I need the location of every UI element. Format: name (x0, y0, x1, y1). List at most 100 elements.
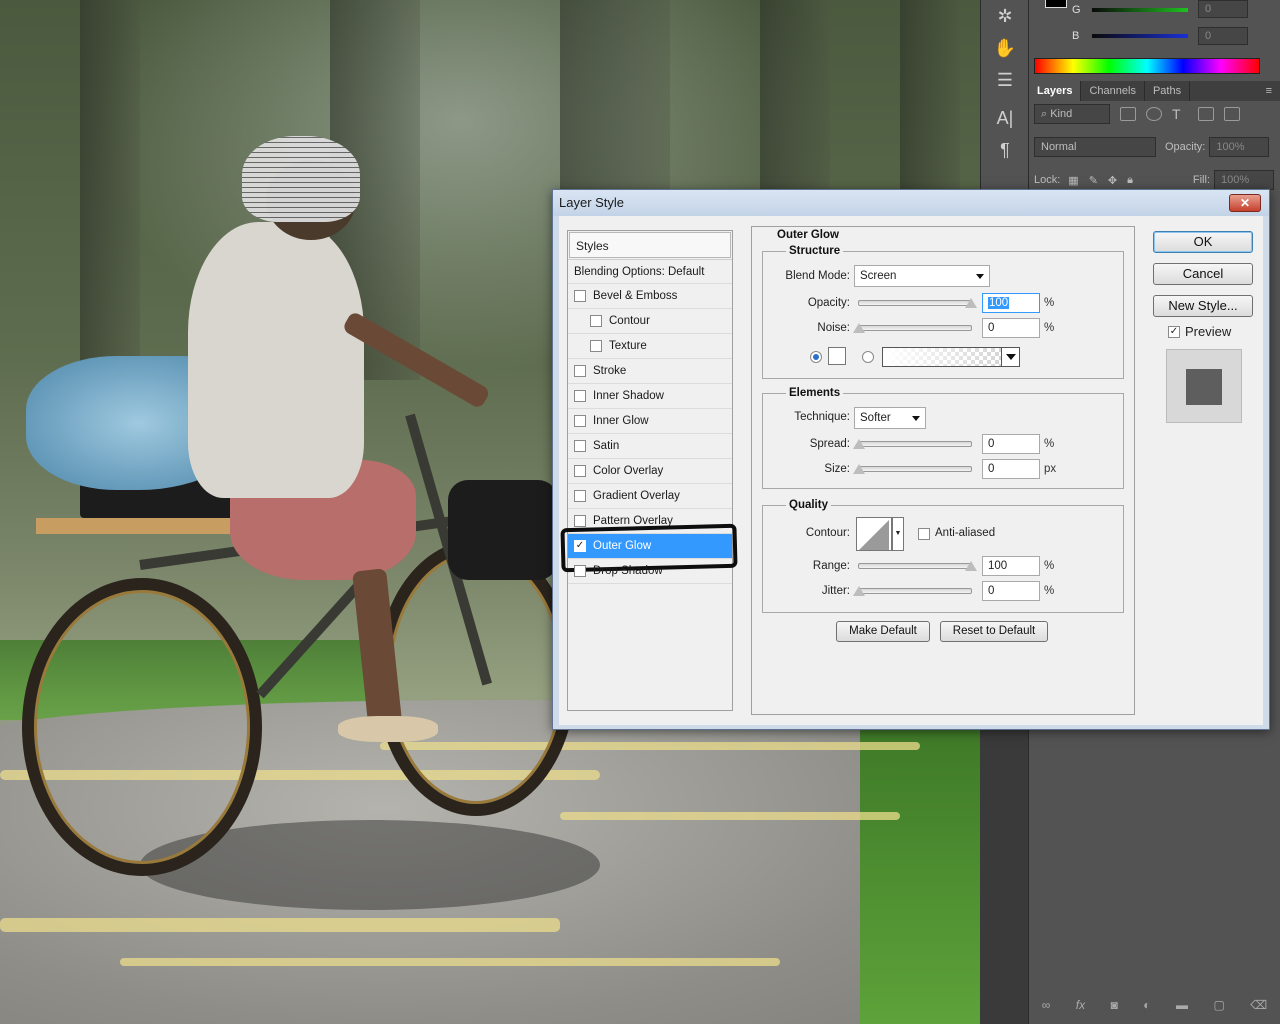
range-slider[interactable] (858, 561, 977, 571)
glow-gradient-picker[interactable] (882, 347, 1020, 367)
gear-icon[interactable]: ✲ (981, 0, 1029, 32)
style-item-checkbox[interactable] (574, 440, 586, 452)
jitter-label: Jitter: (821, 585, 850, 597)
style-item-checkbox[interactable] (574, 515, 586, 527)
spread-slider[interactable] (853, 439, 972, 449)
style-item-gradient-overlay[interactable]: Gradient Overlay (568, 484, 732, 509)
brush-icon[interactable]: ✋ (981, 32, 1029, 64)
size-slider[interactable] (853, 464, 972, 474)
style-item-pattern-overlay[interactable]: Pattern Overlay (568, 509, 732, 534)
paragraph-icon[interactable]: ¶ (981, 134, 1029, 166)
green-slider[interactable] (1092, 8, 1188, 12)
tab-layers[interactable]: Layers (1029, 81, 1082, 101)
lock-paint-icon[interactable]: ✎ (1089, 174, 1098, 187)
style-item-satin[interactable]: Satin (568, 434, 732, 459)
tab-paths[interactable]: Paths (1145, 81, 1191, 101)
ok-button[interactable]: OK (1153, 231, 1253, 253)
blending-options-label: Blending Options: Default (574, 265, 705, 278)
noise-input[interactable]: 0 (982, 318, 1040, 338)
style-item-checkbox[interactable] (590, 315, 602, 327)
solid-color-radio[interactable] (810, 351, 822, 363)
blend-mode-select[interactable]: Screen (854, 265, 990, 287)
close-button[interactable]: ✕ (1229, 194, 1261, 212)
add-mask-icon[interactable]: ◙ (1111, 998, 1118, 1012)
style-item-checkbox[interactable] (574, 390, 586, 402)
anti-aliased-checkbox[interactable] (918, 528, 930, 540)
style-item-checkbox[interactable] (574, 490, 586, 502)
reset-to-default-button[interactable]: Reset to Default (940, 621, 1048, 642)
fx-icon[interactable]: fx (1076, 998, 1085, 1012)
contour-picker[interactable] (856, 517, 892, 551)
style-item-checkbox[interactable] (574, 465, 586, 477)
spread-slider-thumb[interactable] (853, 439, 865, 449)
foreground-swatch[interactable] (1045, 0, 1067, 8)
layer-blend-select[interactable]: Normal (1034, 137, 1156, 157)
green-value-field[interactable]: 0 (1198, 0, 1248, 18)
chevron-down-icon[interactable]: ▼ (892, 517, 904, 551)
styles-header[interactable]: Styles (569, 232, 731, 258)
preview-checkbox[interactable]: ✓ (1168, 326, 1180, 338)
style-item-outer-glow[interactable]: ✓ Outer Glow (560, 523, 738, 573)
opacity-input[interactable]: 100 (982, 293, 1040, 313)
noise-slider-thumb[interactable] (853, 323, 865, 333)
chevron-down-icon[interactable] (1001, 348, 1019, 366)
lock-move-icon[interactable]: ✥ (1108, 174, 1117, 187)
style-item-contour[interactable]: Contour (568, 309, 732, 334)
new-layer-icon[interactable]: ▢ (1213, 998, 1224, 1012)
layer-fill-field[interactable]: 100% (1214, 170, 1274, 190)
noise-slider[interactable] (853, 323, 972, 333)
layer-opacity-field[interactable]: 100% (1209, 137, 1270, 157)
character-icon[interactable]: A| (981, 102, 1029, 134)
size-input[interactable]: 0 (982, 459, 1040, 479)
style-item-bevel-emboss[interactable]: Bevel & Emboss (568, 284, 732, 309)
style-item-inner-shadow[interactable]: Inner Shadow (568, 384, 732, 409)
filter-kind-select[interactable]: ⌕ Kind (1034, 104, 1110, 124)
smart-object-filter-icon[interactable] (1224, 107, 1240, 121)
type-filter-icon[interactable]: T (1172, 107, 1188, 121)
range-slider-thumb[interactable] (965, 561, 977, 571)
style-item-inner-glow[interactable]: Inner Glow (568, 409, 732, 434)
style-item-drop-shadow[interactable]: Drop Shadow (568, 559, 732, 584)
tab-channels[interactable]: Channels (1081, 81, 1145, 101)
style-item-stroke[interactable]: Stroke (568, 359, 732, 384)
lock-label: Lock: (1034, 174, 1061, 186)
spread-input[interactable]: 0 (982, 434, 1040, 454)
image-filter-icon[interactable] (1120, 107, 1136, 121)
gradient-radio[interactable] (862, 351, 874, 363)
adjustment-layer-icon[interactable]: ◐ (1143, 998, 1150, 1012)
trash-icon[interactable]: ⌫ (1250, 998, 1267, 1012)
lock-all-icon[interactable]: 🔒︎ (1127, 174, 1133, 187)
blue-slider[interactable] (1092, 34, 1188, 38)
panel-menu-icon[interactable]: ≡ (1266, 81, 1280, 101)
adjustments-icon[interactable]: ☰ (981, 64, 1029, 96)
style-item-checkbox[interactable] (574, 365, 586, 377)
style-item-checkbox[interactable] (574, 290, 586, 302)
shape-filter-icon[interactable] (1198, 107, 1214, 121)
dialog-title-bar[interactable]: Layer Style ✕ (553, 190, 1269, 216)
glow-color-swatch[interactable] (828, 347, 846, 365)
new-group-icon[interactable]: ▬ (1176, 998, 1188, 1012)
style-item-checkbox[interactable]: ✓ (574, 540, 586, 552)
blending-options-item[interactable]: Blending Options: Default (568, 259, 732, 284)
jitter-input[interactable]: 0 (982, 581, 1040, 601)
jitter-slider[interactable] (853, 586, 972, 596)
style-item-texture[interactable]: Texture (568, 334, 732, 359)
style-item-checkbox[interactable] (590, 340, 602, 352)
opacity-slider-thumb[interactable] (965, 298, 977, 308)
cancel-button[interactable]: Cancel (1153, 263, 1253, 285)
size-slider-thumb[interactable] (853, 464, 865, 474)
opacity-slider[interactable] (858, 298, 977, 308)
technique-select[interactable]: Softer (854, 407, 926, 429)
lock-pixels-icon[interactable]: ▦ (1068, 174, 1078, 187)
jitter-slider-thumb[interactable] (853, 586, 865, 596)
new-style-button[interactable]: New Style... (1153, 295, 1253, 317)
style-item-checkbox[interactable] (574, 415, 586, 427)
adjustment-filter-icon[interactable] (1146, 107, 1162, 121)
link-layers-icon[interactable]: ∞ (1042, 998, 1051, 1012)
style-item-checkbox[interactable] (574, 565, 586, 577)
blue-value-field[interactable]: 0 (1198, 27, 1248, 45)
style-item-color-overlay[interactable]: Color Overlay (568, 459, 732, 484)
range-input[interactable]: 100 (982, 556, 1040, 576)
make-default-button[interactable]: Make Default (836, 621, 930, 642)
color-spectrum[interactable] (1034, 58, 1260, 74)
